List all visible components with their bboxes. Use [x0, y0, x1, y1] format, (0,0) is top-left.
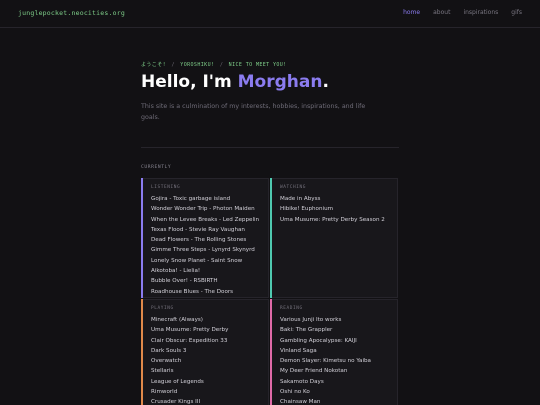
main-nav: home about inspirations gifs: [403, 9, 522, 16]
card-accent-bar: [270, 178, 272, 298]
section-divider: [141, 147, 399, 148]
list-item: Lonely Snow Planet - Saint Snow: [151, 257, 243, 264]
list-item: Dead Flowers - The Rolling Stones: [151, 237, 247, 244]
greeting-english: NICE TO MEET YOU!: [228, 62, 287, 68]
list-item: Oshi no Ko: [280, 389, 310, 396]
watching-card: WATCHING Made in Abyss Hibike! Euphonium U…: [270, 178, 398, 298]
list-item: Gojira - Toxic garbage island: [151, 196, 231, 202]
list-item: Minecraft (Always): [151, 317, 203, 323]
list-item: Gambling Apocalypse: KAIJI: [280, 337, 357, 344]
list-item: Aikotoba! - Lielia!: [151, 268, 201, 275]
card-list: Made in Abyss Hibike! Euphonium Uma Musume…: [280, 194, 397, 225]
list-item: Stellaris: [151, 368, 174, 375]
currently-heading: CURRENTLY: [141, 165, 172, 170]
greeting-separator: /: [219, 62, 224, 68]
owner-name: Morghan: [237, 72, 323, 92]
playing-card: PLAYING Minecraft (Always) Uma Musume: Pr…: [141, 299, 269, 405]
hello-prefix: Hello, I'm: [141, 72, 238, 92]
list-item: Made in Abyss: [280, 196, 321, 202]
list-item: Wonder Wonder Trip - Photon Maiden: [151, 206, 255, 213]
list-item: Clair Obscur: Expedition 33: [151, 337, 228, 344]
list-item: My Deer Friend Nokotan: [280, 368, 348, 375]
card-list: Various Junji Ito works Baki: The Grapple…: [280, 315, 397, 405]
list-item: Uma Musume: Pretty Derby Season 2: [280, 216, 385, 223]
list-item: League of Legends: [151, 378, 204, 385]
nav-link-about[interactable]: about: [433, 9, 450, 16]
list-item: Overwatch: [151, 358, 182, 365]
top-navigation-bar: junglepocket.neocities.org home about in…: [0, 0, 540, 28]
list-item: Texas Flood - Stevie Ray Vaughan: [151, 226, 245, 233]
page-title: Hello, I'm Morghan.: [141, 72, 329, 92]
card-accent-bar: [270, 299, 272, 405]
list-item: Vinland Saga: [280, 347, 317, 354]
reading-card: READING Various Junji Ito works Baki: The…: [270, 299, 398, 405]
listening-card: LISTENING Gojira - Toxic garbage island W…: [141, 178, 269, 298]
nav-link-home[interactable]: home: [403, 9, 420, 16]
list-item: Roadhouse Blues - The Doors: [151, 288, 234, 295]
intro-text: This site is a culmination of my interes…: [141, 103, 366, 121]
nav-link-inspirations[interactable]: inspirations: [463, 9, 498, 16]
list-item: Baki: The Grappler: [280, 327, 333, 334]
list-item: Various Junji Ito works: [280, 317, 342, 323]
card-title: READING: [280, 306, 303, 311]
card-title: WATCHING: [280, 185, 306, 190]
list-item: Chainsaw Man: [280, 399, 321, 405]
list-item: Sakamoto Days: [280, 378, 324, 385]
card-list: Minecraft (Always) Uma Musume: Pretty Der…: [151, 315, 268, 405]
greeting-separator: /: [171, 62, 175, 68]
card-title: PLAYING: [151, 306, 174, 311]
hello-suffix: .: [322, 72, 329, 92]
list-item: When the Levee Breaks - Led Zeppelin: [151, 216, 260, 223]
card-accent-bar: [141, 299, 143, 405]
list-item: Hibike! Euphonium: [280, 206, 334, 213]
list-item: Dark Souls 3: [151, 347, 187, 354]
list-item: Bubble Over! - RSBIRTH: [151, 278, 218, 285]
card-title: LISTENING: [151, 185, 181, 190]
list-item: Gimme Three Steps - Lynyrd Skynyrd: [151, 247, 255, 254]
greeting-eyebrow: ようこそ! / YOROSHIKU! / NICE TO MEET YOU!: [141, 61, 287, 68]
nav-link-gifs[interactable]: gifs: [511, 9, 522, 16]
card-accent-bar: [141, 178, 143, 298]
list-item: Uma Musume: Pretty Derby: [151, 327, 229, 334]
greeting-japanese: ようこそ!: [141, 62, 167, 68]
greeting-yoroshiku: YOROSHIKU!: [180, 62, 215, 68]
list-item: Rimworld: [151, 389, 178, 396]
site-name-link[interactable]: junglepocket.neocities.org: [18, 9, 125, 17]
list-item: Crusader Kings III: [151, 399, 201, 405]
card-list: Gojira - Toxic garbage island Wonder Wond…: [151, 194, 268, 297]
list-item: Demon Slayer: Kimetsu no Yaiba: [280, 358, 371, 365]
